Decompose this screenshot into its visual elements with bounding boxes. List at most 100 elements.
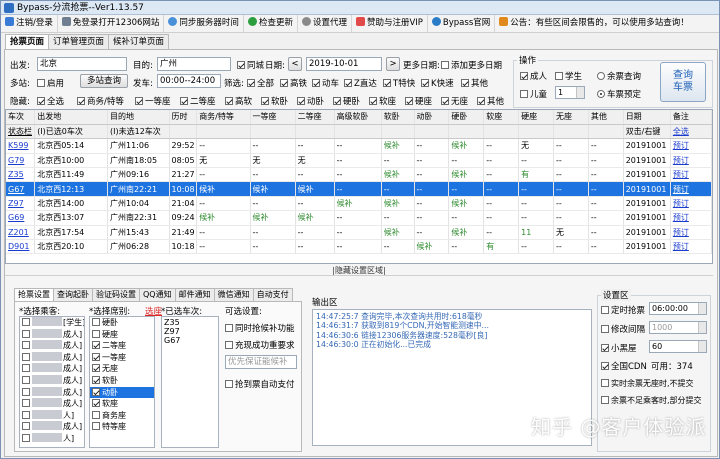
- realtime-checkbox[interactable]: 实时余票无座时,不提交: [601, 378, 694, 389]
- filter-high-speed[interactable]: 高铁: [280, 77, 307, 89]
- passenger-item[interactable]: 人]: [20, 432, 84, 445]
- passenger-item[interactable]: 人]: [20, 409, 84, 422]
- book-link[interactable]: 预订: [670, 181, 712, 197]
- seat-item[interactable]: 特等座: [90, 421, 154, 433]
- free-open-menu[interactable]: 免登录打开12306网站: [58, 15, 165, 32]
- blackhouse-stepper[interactable]: 60: [649, 340, 707, 353]
- partial-submit-checkbox[interactable]: 余票不足乘客时,部分提交: [601, 395, 702, 406]
- table-cell[interactable]: G67: [6, 181, 36, 197]
- vip-menu[interactable]: 赞助与注册VIP: [352, 15, 428, 32]
- column-header[interactable]: [334, 124, 382, 140]
- tab-autopay[interactable]: 自动支付: [252, 288, 293, 301]
- date-input[interactable]: 2019-10-01: [306, 57, 382, 71]
- to-input[interactable]: 广州: [157, 57, 231, 71]
- column-header[interactable]: 日期: [623, 110, 671, 125]
- table-cell[interactable]: Z201: [6, 225, 36, 241]
- column-header[interactable]: 历时: [169, 110, 198, 125]
- column-header[interactable]: 车次: [6, 110, 36, 125]
- interval-checkbox[interactable]: 修改间隔: [601, 323, 645, 335]
- filter-t[interactable]: T特快: [383, 77, 415, 89]
- login-menu[interactable]: 注销/登录: [1, 15, 58, 32]
- tab-grab-settings[interactable]: 抢票设置: [14, 288, 54, 301]
- column-header[interactable]: (I)未选12车次: [107, 124, 170, 140]
- passenger-item[interactable]: 成人]: [20, 340, 84, 352]
- table-row[interactable]: Z201 北京西17:54 广州15:43 21:49 -- -- -- -- 候补 -- 候补 --…: [6, 225, 712, 241]
- column-header[interactable]: 备注: [670, 110, 712, 125]
- column-header[interactable]: 高级软卧: [334, 110, 382, 125]
- column-header[interactable]: 二等座: [295, 110, 335, 125]
- column-header[interactable]: 商务/特等: [196, 110, 251, 125]
- website-menu[interactable]: Bypass官网: [428, 15, 496, 32]
- column-header[interactable]: 硬卧: [448, 110, 485, 125]
- cdn-checkbox[interactable]: 全国CDN: [601, 360, 647, 372]
- passenger-item[interactable]: 成人]: [20, 363, 84, 375]
- book-link[interactable]: 预订: [670, 153, 712, 169]
- selected-train[interactable]: Z35: [162, 318, 218, 327]
- tab-grab[interactable]: 抢票页面: [5, 34, 50, 50]
- table-cell[interactable]: Z97: [6, 196, 36, 212]
- seat-item[interactable]: 硬座: [90, 329, 154, 341]
- filter-emu[interactable]: 动车: [312, 77, 339, 89]
- column-header[interactable]: [518, 124, 554, 140]
- add-more-dates-checkbox[interactable]: 添加更多日期: [441, 59, 502, 71]
- student-checkbox[interactable]: 学生: [555, 70, 582, 82]
- passenger-item[interactable]: 成人]: [20, 398, 84, 410]
- booking-radio[interactable]: 车票预定: [597, 88, 641, 100]
- enable-checkbox[interactable]: 启用: [37, 77, 64, 89]
- grab-waitlist-checkbox[interactable]: 同时抢候补功能: [225, 322, 295, 334]
- hide-hard-sleeper[interactable]: 硬卧: [333, 95, 360, 107]
- column-header[interactable]: 软座: [483, 110, 520, 125]
- book-link[interactable]: 预订: [670, 138, 712, 154]
- table-cell[interactable]: G79: [6, 153, 36, 169]
- proxy-menu[interactable]: 设置代理: [298, 15, 352, 32]
- column-header[interactable]: [196, 124, 251, 140]
- column-header[interactable]: [588, 124, 624, 140]
- adult-checkbox[interactable]: 成人: [520, 70, 547, 82]
- seat-item[interactable]: 软座: [90, 398, 154, 410]
- column-header[interactable]: 其他: [588, 110, 624, 125]
- selected-train[interactable]: G67: [162, 336, 218, 345]
- hide-settings-toggle[interactable]: |隐藏设置区域|: [5, 265, 713, 276]
- column-header[interactable]: (I)已选0车次: [34, 124, 108, 140]
- hide-soft-sleeper[interactable]: 软卧: [261, 95, 288, 107]
- from-input[interactable]: 北京: [37, 57, 127, 71]
- column-header[interactable]: [295, 124, 335, 140]
- same-city-checkbox[interactable]: 同城: [237, 59, 264, 71]
- tab-wechat[interactable]: 微信通知: [213, 288, 254, 301]
- train-list[interactable]: Z35 Z97 G67: [161, 316, 219, 448]
- hide-no-seat[interactable]: 无座: [441, 95, 468, 107]
- remaining-query-radio[interactable]: 余票查询: [597, 70, 641, 82]
- book-link[interactable]: 预订: [670, 196, 712, 212]
- book-link[interactable]: 预订: [670, 239, 712, 255]
- filter-z[interactable]: Z直达: [344, 77, 377, 89]
- table-row[interactable]: G69 北京西13:07 广州南22:31 09:24 候补 候补 候补 -- -- -- -- --…: [6, 210, 712, 226]
- table-cell[interactable]: Z35: [6, 167, 36, 183]
- hide-hard-seat[interactable]: 硬座: [405, 95, 432, 107]
- column-header[interactable]: [553, 124, 589, 140]
- table-cell[interactable]: K599: [6, 138, 36, 154]
- depart-time-select[interactable]: 00:00--24:00: [157, 74, 221, 88]
- table-cell[interactable]: G69: [6, 210, 36, 226]
- tab-captcha[interactable]: 验证码设置: [92, 288, 140, 301]
- table-row[interactable]: Z35 北京西11:49 广州09:16 21:27 -- -- -- -- 候补 -- 候补 -- 有…: [6, 167, 712, 183]
- hide-second-class[interactable]: 二等座: [180, 95, 216, 107]
- passenger-item[interactable]: 成人]: [20, 386, 84, 399]
- book-link[interactable]: 预订: [670, 210, 712, 226]
- selected-train[interactable]: Z97: [162, 327, 218, 336]
- passenger-item[interactable]: [学生]: [20, 317, 84, 329]
- seat-item[interactable]: 软卧: [90, 375, 154, 387]
- child-checkbox[interactable]: 儿童: [520, 88, 547, 100]
- column-header[interactable]: 出发地: [34, 110, 108, 125]
- column-header[interactable]: [448, 124, 485, 140]
- passenger-item[interactable]: 成人]: [20, 421, 84, 433]
- hide-select-all[interactable]: 全选: [37, 95, 64, 107]
- prev-date-button[interactable]: <: [288, 57, 302, 71]
- hide-other[interactable]: 其他: [477, 95, 504, 107]
- column-header[interactable]: [483, 124, 520, 140]
- autopay-checkbox[interactable]: 抢到票自动支付: [225, 378, 295, 390]
- column-header[interactable]: [414, 124, 450, 140]
- tab-qq[interactable]: QQ通知: [139, 288, 176, 301]
- hide-soft-seat[interactable]: 软座: [369, 95, 396, 107]
- timed-grab-checkbox[interactable]: 定时抢票: [601, 304, 645, 316]
- filter-other[interactable]: 其他: [461, 77, 488, 89]
